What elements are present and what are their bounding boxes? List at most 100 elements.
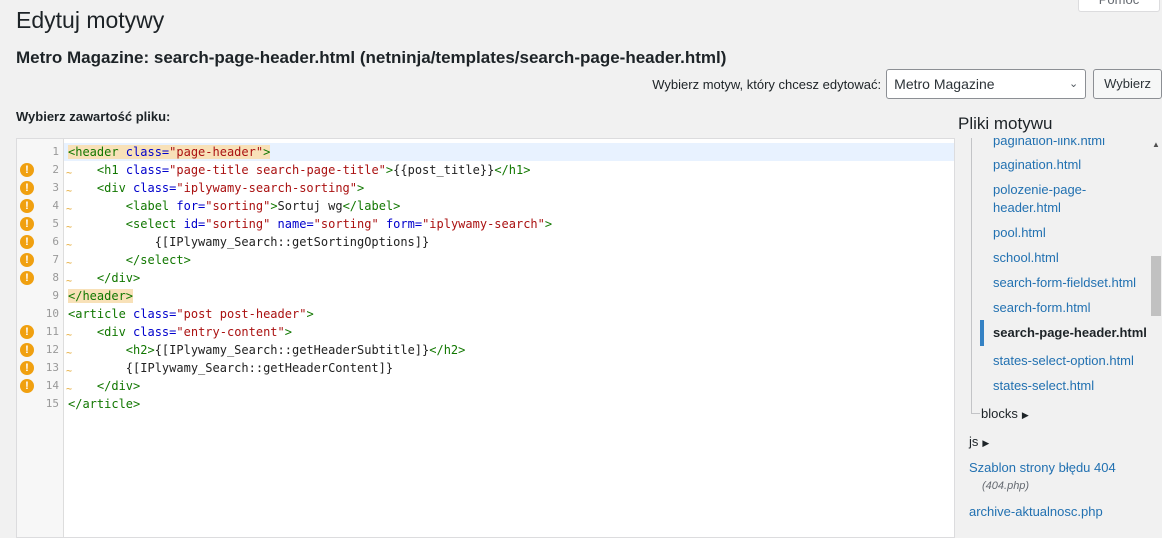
warning-icon[interactable]: ! [20, 361, 34, 375]
code-line[interactable]: ! 13 ~ {[IPlywamy_Search::getHeaderContent… [17, 359, 954, 377]
code-line[interactable]: ! 5 ~ <select id="sorting" name="sorting" … [17, 215, 954, 233]
scroll-up-icon[interactable]: ▲ [1151, 140, 1161, 149]
theme-select-row: Wybierz motyw, który chcesz edytować: Me… [652, 69, 1162, 99]
file-list-scrollbar[interactable]: ▲ [1150, 138, 1162, 526]
warning-icon[interactable]: ! [20, 181, 34, 195]
line-number: 4 [52, 199, 59, 212]
code-token: class= [125, 145, 170, 159]
chevron-down-icon: ⌄ [1068, 78, 1079, 90]
code-token: class= [133, 325, 177, 339]
code-token: <div [96, 325, 134, 339]
file-item[interactable]: pool.html [993, 224, 1148, 242]
code-line[interactable]: ! 8 ~ </div> [17, 269, 954, 287]
code-line[interactable]: ! 4 ~ <label for="sorting">Sortuj wg</labe… [17, 197, 954, 215]
warning-icon[interactable]: ! [20, 199, 34, 213]
code-line[interactable]: ! 2 ~ <h1 class="page-title search-page-ti… [17, 161, 954, 179]
code-text: </div> [64, 377, 954, 395]
caret-right-icon: ▶ [1021, 410, 1029, 420]
help-button[interactable]: Pomoc [1078, 0, 1160, 12]
code-token: "post post-header" [176, 307, 307, 321]
warning-icon[interactable]: ! [20, 271, 34, 285]
theme-select-label: Wybierz motyw, który chcesz edytować: [652, 76, 882, 92]
code-line[interactable]: 1 <header class="page-header"> [17, 143, 954, 161]
folder-blocks-label: blocks [981, 406, 1018, 421]
warning-icon[interactable]: ! [20, 343, 34, 357]
file-item[interactable]: states-select.html [993, 377, 1148, 395]
code-text: <h2>{[IPlywamy_Search::getHeaderSubtitle… [64, 341, 954, 359]
warning-icon[interactable]: ! [20, 379, 34, 393]
code-line[interactable]: 10 <article class="post post-header"> [17, 305, 954, 323]
line-number: 14 [45, 379, 59, 392]
file-item[interactable]: polozenie-page-header.html [993, 181, 1148, 217]
code-text: <article class="post post-header"> [64, 305, 954, 323]
code-token: </h1> [494, 163, 531, 177]
page-title: Edytuj motywy [16, 7, 165, 33]
warning-icon[interactable]: ! [20, 235, 34, 249]
code-token: </h2> [429, 343, 466, 357]
line-number: 7 [52, 253, 59, 266]
code-line[interactable]: ! 11 ~ <div class="entry-content"> [17, 323, 954, 341]
code-text: <div class="iplywamy-search-sorting"> [64, 179, 954, 197]
code-text: {[IPlywamy_Search::getHeaderContent]} [64, 359, 954, 377]
line-number: 15 [45, 397, 59, 410]
code-token: {[IPlywamy_Search::getSortingOptions]} [68, 235, 430, 249]
file-heading: Metro Magazine: search-page-header.html … [16, 48, 727, 67]
scroll-thumb[interactable] [1151, 256, 1161, 316]
code-token: name= [277, 217, 314, 231]
line-number: 6 [52, 235, 59, 248]
caret-right-icon: ▶ [982, 438, 990, 448]
file-item-current[interactable]: search-page-header.html [993, 324, 1148, 342]
warning-icon[interactable]: ! [20, 325, 34, 339]
code-line[interactable]: 9 </header> [17, 287, 954, 305]
code-line[interactable]: ! 6 ~ {[IPlywamy_Search::getSortingOptions… [17, 233, 954, 251]
line-number: 11 [45, 325, 59, 338]
select-theme-button[interactable]: Wybierz [1093, 69, 1162, 99]
file-item[interactable]: pagination-link.html [993, 138, 1148, 150]
line-number: 13 [45, 361, 59, 374]
code-token: "page-title search-page-title" [169, 163, 386, 177]
code-line[interactable]: ! 7 ~ </select> [17, 251, 954, 269]
code-token: <select [125, 217, 184, 231]
code-token: "sorting" [313, 217, 379, 231]
warning-icon[interactable]: ! [20, 253, 34, 267]
code-token: > [270, 199, 278, 213]
theme-select[interactable]: Metro Magazine ⌄ [886, 69, 1087, 99]
code-token: "sorting" [205, 199, 271, 213]
folder-blocks[interactable]: blocks ▶ [981, 406, 1029, 421]
file-item[interactable]: school.html [993, 249, 1148, 267]
file-item[interactable]: search-form.html [993, 299, 1148, 317]
code-line[interactable]: ! 12 ~ <h2>{[IPlywamy_Search::getHeaderSub… [17, 341, 954, 359]
code-text: <label for="sorting">Sortuj wg</label> [64, 197, 954, 215]
theme-select-value: Metro Magazine [894, 76, 995, 92]
file-archive-link[interactable]: archive-aktualnosc.php [969, 504, 1103, 519]
code-token: </label> [342, 199, 401, 213]
warning-icon[interactable]: ! [20, 217, 34, 231]
code-token: {[IPlywamy_Search::getHeaderContent]} [68, 361, 394, 375]
code-token: </header> [68, 289, 134, 303]
file-404-filename: (404.php) [982, 480, 1030, 492]
code-token: <label [125, 199, 177, 213]
warning-icon[interactable]: ! [20, 163, 34, 177]
code-token: > [544, 217, 553, 231]
code-token: {[IPlywamy_Search::getHeaderSubtitle]} [154, 343, 430, 357]
code-line[interactable]: ! 3 ~ <div class="iplywamy-search-sorting"… [17, 179, 954, 197]
code-token: {{post_title}} [393, 163, 495, 177]
code-token: <h1 [96, 163, 126, 177]
code-line[interactable]: 15 </article> [17, 395, 954, 413]
code-editor[interactable]: 1 <header class="page-header">! 2 ~ <h1 cla… [16, 138, 955, 538]
file-item[interactable]: states-select-option.html [993, 352, 1148, 370]
folder-js[interactable]: js ▶ [969, 434, 989, 449]
code-token: </article> [68, 397, 141, 411]
code-line[interactable]: ! 14 ~ </div> [17, 377, 954, 395]
tree-line [971, 138, 972, 413]
file-item[interactable]: search-form-fieldset.html [993, 274, 1148, 292]
file-404-link[interactable]: Szablon strony błędu 404 [969, 460, 1116, 475]
code-text: <header class="page-header"> [64, 143, 954, 161]
file-item[interactable]: pagination.html [993, 156, 1148, 174]
